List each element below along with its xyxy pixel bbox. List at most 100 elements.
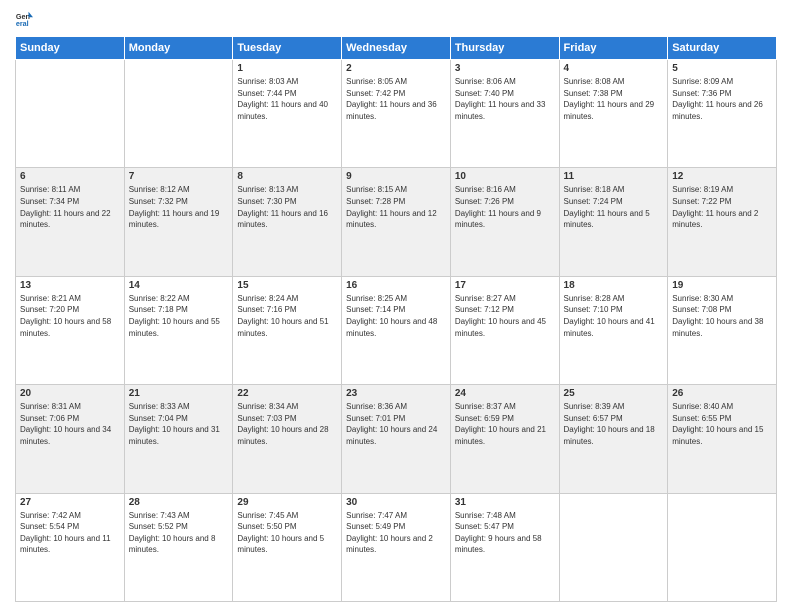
- calendar-cell: 1 Sunrise: 8:03 AM Sunset: 7:44 PM Daylig…: [233, 60, 342, 168]
- day-info: Sunrise: 7:43 AM Sunset: 5:52 PM Dayligh…: [129, 510, 229, 556]
- calendar-cell: 13 Sunrise: 8:21 AM Sunset: 7:20 PM Dayli…: [16, 276, 125, 384]
- day-number: 14: [129, 280, 229, 291]
- day-info: Sunrise: 8:16 AM Sunset: 7:26 PM Dayligh…: [455, 184, 555, 230]
- calendar-cell: 8Sunrise: 8:13 AM Sunset: 7:30 PM Daylig…: [233, 168, 342, 276]
- day-info: Sunrise: 8:39 AM Sunset: 6:57 PM Dayligh…: [564, 401, 664, 447]
- calendar-cell: 30 Sunrise: 7:47 AM Sunset: 5:49 PM Dayli…: [342, 493, 451, 601]
- day-number: 22: [237, 388, 337, 399]
- day-info: Sunrise: 8:30 AM Sunset: 7:08 PM Dayligh…: [672, 293, 772, 339]
- day-number: 13: [20, 280, 120, 291]
- day-info: Sunrise: 8:25 AM Sunset: 7:14 PM Dayligh…: [346, 293, 446, 339]
- day-info: Sunrise: 7:47 AM Sunset: 5:49 PM Dayligh…: [346, 510, 446, 556]
- calendar-cell: 20Sunrise: 8:31 AM Sunset: 7:06 PM Dayli…: [16, 385, 125, 493]
- day-number: 9: [346, 171, 446, 182]
- day-info: Sunrise: 8:21 AM Sunset: 7:20 PM Dayligh…: [20, 293, 120, 339]
- day-number: 11: [564, 171, 664, 182]
- day-number: 17: [455, 280, 555, 291]
- day-number: 4: [564, 63, 664, 74]
- day-info: Sunrise: 7:45 AM Sunset: 5:50 PM Dayligh…: [237, 510, 337, 556]
- day-number: 24: [455, 388, 555, 399]
- logo: Gen eral: [15, 10, 35, 28]
- day-number: 26: [672, 388, 772, 399]
- day-info: Sunrise: 8:19 AM Sunset: 7:22 PM Dayligh…: [672, 184, 772, 230]
- calendar-cell: 7 Sunrise: 8:12 AM Sunset: 7:32 PM Daylig…: [124, 168, 233, 276]
- calendar-cell: 5 Sunrise: 8:09 AM Sunset: 7:36 PM Daylig…: [668, 60, 777, 168]
- calendar-cell: 6Sunrise: 8:11 AM Sunset: 7:34 PM Daylig…: [16, 168, 125, 276]
- day-info: Sunrise: 8:24 AM Sunset: 7:16 PM Dayligh…: [237, 293, 337, 339]
- calendar-header-sunday: Sunday: [16, 37, 125, 60]
- day-info: Sunrise: 8:09 AM Sunset: 7:36 PM Dayligh…: [672, 76, 772, 122]
- day-number: 3: [455, 63, 555, 74]
- calendar-header-thursday: Thursday: [450, 37, 559, 60]
- calendar: SundayMondayTuesdayWednesdayThursdayFrid…: [15, 36, 777, 602]
- calendar-cell: [668, 493, 777, 601]
- day-number: 31: [455, 497, 555, 508]
- calendar-cell: 26 Sunrise: 8:40 AM Sunset: 6:55 PM Dayli…: [668, 385, 777, 493]
- calendar-cell: 2Sunrise: 8:05 AM Sunset: 7:42 PM Daylig…: [342, 60, 451, 168]
- day-number: 29: [237, 497, 337, 508]
- logo-icon: Gen eral: [15, 10, 33, 28]
- svg-text:eral: eral: [16, 19, 29, 28]
- calendar-header-friday: Friday: [559, 37, 668, 60]
- calendar-cell: 11 Sunrise: 8:18 AM Sunset: 7:24 PM Dayli…: [559, 168, 668, 276]
- day-info: Sunrise: 8:18 AM Sunset: 7:24 PM Dayligh…: [564, 184, 664, 230]
- day-info: Sunrise: 7:42 AM Sunset: 5:54 PM Dayligh…: [20, 510, 120, 556]
- calendar-header-row: SundayMondayTuesdayWednesdayThursdayFrid…: [16, 37, 777, 60]
- day-number: 21: [129, 388, 229, 399]
- calendar-cell: 25 Sunrise: 8:39 AM Sunset: 6:57 PM Dayli…: [559, 385, 668, 493]
- calendar-cell: [559, 493, 668, 601]
- day-number: 18: [564, 280, 664, 291]
- calendar-cell: 3Sunrise: 8:06 AM Sunset: 7:40 PM Daylig…: [450, 60, 559, 168]
- day-info: Sunrise: 8:12 AM Sunset: 7:32 PM Dayligh…: [129, 184, 229, 230]
- day-info: Sunrise: 8:37 AM Sunset: 6:59 PM Dayligh…: [455, 401, 555, 447]
- calendar-cell: 27 Sunrise: 7:42 AM Sunset: 5:54 PM Dayli…: [16, 493, 125, 601]
- day-number: 27: [20, 497, 120, 508]
- day-number: 1: [237, 63, 337, 74]
- day-info: Sunrise: 8:31 AM Sunset: 7:06 PM Dayligh…: [20, 401, 120, 447]
- day-number: 25: [564, 388, 664, 399]
- page: Gen eral SundayMondayTuesdayWednesdayThu…: [0, 0, 792, 612]
- calendar-header-saturday: Saturday: [668, 37, 777, 60]
- day-number: 8: [237, 171, 337, 182]
- day-number: 16: [346, 280, 446, 291]
- calendar-week-2: 6Sunrise: 8:11 AM Sunset: 7:34 PM Daylig…: [16, 168, 777, 276]
- calendar-cell: 29 Sunrise: 7:45 AM Sunset: 5:50 PM Dayli…: [233, 493, 342, 601]
- calendar-cell: 18 Sunrise: 8:28 AM Sunset: 7:10 PM Dayli…: [559, 276, 668, 384]
- day-info: Sunrise: 7:48 AM Sunset: 5:47 PM Dayligh…: [455, 510, 555, 556]
- header: Gen eral: [15, 10, 777, 28]
- calendar-cell: [16, 60, 125, 168]
- calendar-cell: 15 Sunrise: 8:24 AM Sunset: 7:16 PM Dayli…: [233, 276, 342, 384]
- calendar-week-3: 13 Sunrise: 8:21 AM Sunset: 7:20 PM Dayli…: [16, 276, 777, 384]
- calendar-header-monday: Monday: [124, 37, 233, 60]
- day-info: Sunrise: 8:27 AM Sunset: 7:12 PM Dayligh…: [455, 293, 555, 339]
- day-number: 28: [129, 497, 229, 508]
- calendar-header-wednesday: Wednesday: [342, 37, 451, 60]
- calendar-cell: 22 Sunrise: 8:34 AM Sunset: 7:03 PM Dayli…: [233, 385, 342, 493]
- day-info: Sunrise: 8:03 AM Sunset: 7:44 PM Dayligh…: [237, 76, 337, 122]
- calendar-cell: 10Sunrise: 8:16 AM Sunset: 7:26 PM Dayli…: [450, 168, 559, 276]
- day-info: Sunrise: 8:40 AM Sunset: 6:55 PM Dayligh…: [672, 401, 772, 447]
- day-number: 12: [672, 171, 772, 182]
- day-number: 30: [346, 497, 446, 508]
- calendar-cell: 21 Sunrise: 8:33 AM Sunset: 7:04 PM Dayli…: [124, 385, 233, 493]
- day-info: Sunrise: 8:11 AM Sunset: 7:34 PM Dayligh…: [20, 184, 120, 230]
- day-info: Sunrise: 8:22 AM Sunset: 7:18 PM Dayligh…: [129, 293, 229, 339]
- day-number: 7: [129, 171, 229, 182]
- day-info: Sunrise: 8:28 AM Sunset: 7:10 PM Dayligh…: [564, 293, 664, 339]
- day-number: 5: [672, 63, 772, 74]
- day-info: Sunrise: 8:08 AM Sunset: 7:38 PM Dayligh…: [564, 76, 664, 122]
- day-number: 15: [237, 280, 337, 291]
- day-info: Sunrise: 8:34 AM Sunset: 7:03 PM Dayligh…: [237, 401, 337, 447]
- calendar-cell: [124, 60, 233, 168]
- calendar-header-tuesday: Tuesday: [233, 37, 342, 60]
- calendar-cell: 28 Sunrise: 7:43 AM Sunset: 5:52 PM Dayli…: [124, 493, 233, 601]
- day-info: Sunrise: 8:33 AM Sunset: 7:04 PM Dayligh…: [129, 401, 229, 447]
- calendar-cell: 24 Sunrise: 8:37 AM Sunset: 6:59 PM Dayli…: [450, 385, 559, 493]
- calendar-cell: 19 Sunrise: 8:30 AM Sunset: 7:08 PM Dayli…: [668, 276, 777, 384]
- day-number: 2: [346, 63, 446, 74]
- day-info: Sunrise: 8:15 AM Sunset: 7:28 PM Dayligh…: [346, 184, 446, 230]
- day-number: 23: [346, 388, 446, 399]
- calendar-cell: 12 Sunrise: 8:19 AM Sunset: 7:22 PM Dayli…: [668, 168, 777, 276]
- day-number: 19: [672, 280, 772, 291]
- calendar-cell: 9 Sunrise: 8:15 AM Sunset: 7:28 PM Daylig…: [342, 168, 451, 276]
